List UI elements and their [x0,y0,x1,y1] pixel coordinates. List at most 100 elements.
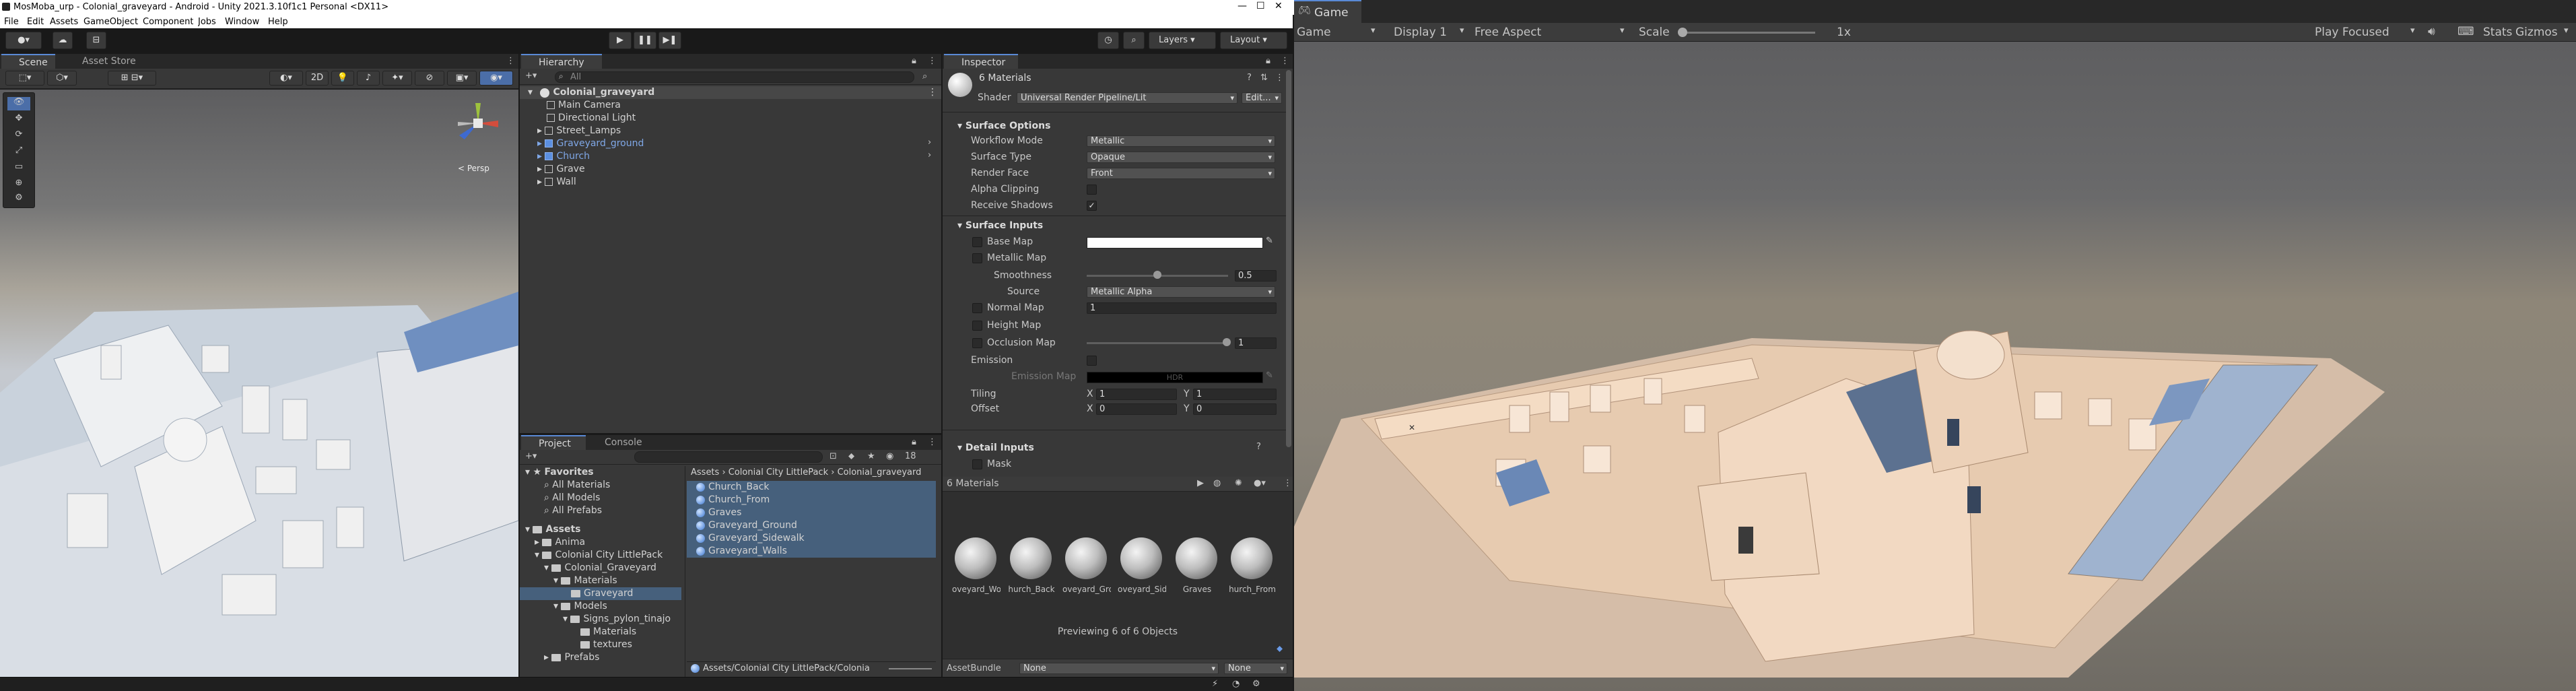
breadcrumb-item[interactable]: Assets [691,467,719,478]
custom-tool-icon[interactable]: ⚙ [7,193,30,203]
project-menu-icon[interactable]: ⋮ [928,437,937,447]
material-preview-sphere[interactable] [1120,537,1162,579]
orientation-gizmo-icon[interactable] [451,96,505,150]
search-type-icon[interactable]: ⊡ [829,451,837,461]
material-preview-sphere[interactable] [1176,537,1217,579]
tab-asset-store[interactable]: Asset Store [65,54,145,69]
gizmos-icon[interactable]: ◉▾ [479,71,513,86]
gizmos-button[interactable]: Gizmos [2515,26,2558,39]
menu-file[interactable]: File [4,17,19,27]
preview-play-icon[interactable]: ▶ [1197,478,1204,488]
hierarchy-item[interactable]: ▸ Graveyard_ground [537,137,644,150]
progress-icon[interactable]: ◔ [1232,679,1240,689]
display-dropdown[interactable]: Display 1 [1394,26,1447,39]
file-item[interactable]: Graveyard_Walls [687,545,936,558]
hierarchy-item[interactable]: Directional Light [547,112,636,125]
hidden-objects-icon[interactable]: ⊘ [415,71,444,86]
breadcrumb-item[interactable]: Colonial City LittlePack [728,467,828,478]
file-item[interactable]: Church_Back [687,481,936,494]
debug-icon[interactable]: ⚙ [1252,679,1260,689]
grid-snap-icon[interactable]: ⊞ ⊟▾ [108,71,156,86]
base-map-color-swatch[interactable] [1087,237,1263,249]
tree-item[interactable]: ▾ ★ Favorites [525,466,594,479]
emission-color-swatch[interactable]: HDR [1087,372,1263,383]
layers-dropdown[interactable]: Layers ▾ [1149,32,1216,49]
tree-item[interactable]: ▾ Signs_pylon_tinajo [563,613,671,626]
preview-mesh-icon[interactable]: ◍ [1213,478,1221,488]
scene-root-row[interactable]: ▾ Colonial_graveyard ⋮ [520,86,941,99]
help-icon[interactable]: ? [1256,442,1261,452]
tree-item[interactable]: ▾ Materials [553,574,617,587]
normal-map-slot[interactable] [972,303,982,313]
menu-component[interactable]: Component [143,17,193,27]
metallic-map-slot[interactable] [972,253,982,263]
add-button[interactable]: +▾ [525,451,537,461]
surface-type-dropdown[interactable]: Opaque [1087,152,1275,163]
pivot-toggle[interactable]: ⬚▾ [5,71,44,86]
project-search-input[interactable] [634,451,823,463]
inspector-menu-icon[interactable]: ⋮ [1281,56,1289,66]
scale-tool-icon[interactable]: ⤢ [7,145,30,156]
workflow-mode-dropdown[interactable]: Metallic [1087,135,1275,147]
detail-inputs-header[interactable]: ▾ Detail Inputs [957,440,1034,455]
tag-icon[interactable]: ⬥ [1277,644,1283,654]
normal-map-scale-field[interactable]: 1 [1087,302,1277,314]
move-tool-icon[interactable]: ✥ [7,113,30,123]
scale-slider-handle[interactable] [1678,28,1687,37]
layout-dropdown[interactable]: Layout ▾ [1220,32,1287,49]
minimize-icon[interactable]: — [1238,1,1247,11]
file-item[interactable]: Graves [687,506,936,519]
favorite-icon[interactable]: ★ [867,451,875,461]
material-preview-sphere[interactable] [955,537,996,579]
play-button[interactable]: ▶ [609,32,632,49]
tiling-x-field[interactable]: 1 [1096,389,1177,400]
inspector-scrollbar[interactable] [1286,70,1291,447]
tree-item[interactable]: ▾ Assets [525,523,581,536]
tree-item[interactable]: ▾ Models [553,600,607,613]
file-item[interactable]: Graveyard_Sidewalk [687,532,936,545]
preview-menu-icon[interactable]: ⋮ [1283,478,1292,488]
menu-window[interactable]: Window [225,17,259,27]
file-item[interactable]: Church_From [687,494,936,506]
smoothness-slider-handle[interactable] [1153,271,1161,279]
keyboard-shortcuts-icon[interactable]: ⌨ [2458,25,2474,38]
tree-item[interactable]: ⌕ All Prefabs [544,504,602,517]
eyedropper-icon[interactable]: ✎ [1266,236,1273,246]
surface-inputs-header[interactable]: ▾ Surface Inputs [957,218,1043,233]
menu-edit[interactable]: Edit [27,17,44,27]
file-item[interactable]: Graveyard_Ground [687,519,936,532]
shader-dropdown[interactable]: Universal Render Pipeline/Lit [1017,92,1238,104]
occlusion-slider-track[interactable] [1087,342,1228,344]
height-map-slot[interactable] [972,321,982,331]
material-preview-sphere[interactable] [1231,537,1273,579]
stats-button[interactable]: Stats [2483,26,2512,39]
add-button[interactable]: +▾ [525,71,537,81]
pause-button[interactable]: ❚❚ [634,32,656,49]
close-icon[interactable]: ✕ [1275,1,1283,11]
assetbundle-dropdown[interactable]: None [1019,663,1219,674]
tab-console[interactable]: Console [587,435,654,450]
audio-icon[interactable]: ♪ [357,71,380,86]
offset-x-field[interactable]: 0 [1096,403,1177,415]
view-mode-dropdown[interactable]: Game [1297,26,1331,39]
edit-shader-button[interactable]: Edit... [1242,92,1282,104]
rect-tool-icon[interactable]: ▭ [7,162,30,172]
eyedropper-icon[interactable]: ✎ [1266,370,1273,381]
auto-generate-lighting-icon[interactable]: ⚡ [1212,679,1218,689]
expand-arrow-icon[interactable]: › [928,137,931,147]
account-button[interactable]: ●▾ [5,32,42,49]
hierarchy-item[interactable]: ▸ Wall [537,176,576,189]
scale-slider-track[interactable] [1681,32,1815,34]
expand-arrow-icon[interactable]: › [928,150,931,160]
hidden-packages-icon[interactable]: ◉ [886,451,893,461]
game-viewport[interactable]: ✕ [1294,42,2576,691]
tab-project[interactable]: Project [521,435,586,450]
transform-tool-icon[interactable]: ⊕ [7,178,30,188]
assetbundle-variant-dropdown[interactable]: None [1224,663,1287,674]
effects-icon[interactable]: ✦▾ [382,71,412,86]
component-menu-icon[interactable]: ⋮ [1275,73,1284,83]
menu-help[interactable]: Help [268,17,288,27]
local-toggle[interactable]: ⬡▾ [47,71,77,86]
thumbnail-size-slider[interactable] [889,668,932,669]
breadcrumb-item[interactable]: Colonial_graveyard [838,467,922,478]
